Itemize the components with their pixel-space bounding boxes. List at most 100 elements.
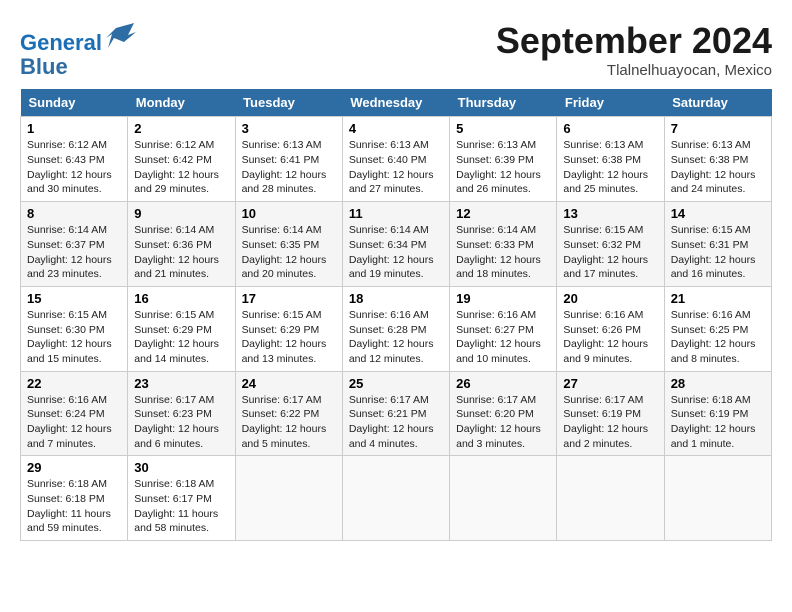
day-number: 27 xyxy=(563,376,657,391)
calendar-cell: 21 Sunrise: 6:16 AM Sunset: 6:25 PM Dayli… xyxy=(664,286,771,371)
day-info: Sunrise: 6:15 AM Sunset: 6:32 PM Dayligh… xyxy=(563,223,657,282)
day-info: Sunrise: 6:13 AM Sunset: 6:41 PM Dayligh… xyxy=(242,138,336,197)
calendar-cell: 24 Sunrise: 6:17 AM Sunset: 6:22 PM Dayli… xyxy=(235,371,342,456)
calendar-cell: 1 Sunrise: 6:12 AM Sunset: 6:43 PM Daylig… xyxy=(21,117,128,202)
day-number: 1 xyxy=(27,121,121,136)
day-info: Sunrise: 6:14 AM Sunset: 6:36 PM Dayligh… xyxy=(134,223,228,282)
calendar-cell: 27 Sunrise: 6:17 AM Sunset: 6:19 PM Dayli… xyxy=(557,371,664,456)
column-header-tuesday: Tuesday xyxy=(235,89,342,117)
day-number: 28 xyxy=(671,376,765,391)
calendar-cell: 14 Sunrise: 6:15 AM Sunset: 6:31 PM Dayli… xyxy=(664,202,771,287)
calendar-cell: 10 Sunrise: 6:14 AM Sunset: 6:35 PM Dayli… xyxy=(235,202,342,287)
day-info: Sunrise: 6:18 AM Sunset: 6:17 PM Dayligh… xyxy=(134,477,228,536)
calendar-cell xyxy=(450,456,557,541)
day-info: Sunrise: 6:13 AM Sunset: 6:38 PM Dayligh… xyxy=(563,138,657,197)
logo: General Blue xyxy=(20,20,136,79)
day-number: 26 xyxy=(456,376,550,391)
day-info: Sunrise: 6:14 AM Sunset: 6:35 PM Dayligh… xyxy=(242,223,336,282)
calendar-week-row: 8 Sunrise: 6:14 AM Sunset: 6:37 PM Daylig… xyxy=(21,202,772,287)
calendar-cell: 15Sunrise: 6:15 AM Sunset: 6:30 PM Dayli… xyxy=(21,286,128,371)
day-number: 22 xyxy=(27,376,121,391)
calendar-cell: 13 Sunrise: 6:15 AM Sunset: 6:32 PM Dayli… xyxy=(557,202,664,287)
calendar-cell xyxy=(664,456,771,541)
day-info: Sunrise: 6:14 AM Sunset: 6:37 PM Dayligh… xyxy=(27,223,121,282)
calendar-cell: 25 Sunrise: 6:17 AM Sunset: 6:21 PM Dayli… xyxy=(342,371,449,456)
calendar-cell: 23Sunrise: 6:17 AM Sunset: 6:23 PM Dayli… xyxy=(128,371,235,456)
location-subtitle: Tlalnelhuayocan, Mexico xyxy=(496,62,772,79)
calendar-cell: 4Sunrise: 6:13 AM Sunset: 6:40 PM Daylig… xyxy=(342,117,449,202)
logo-general: General xyxy=(20,30,102,55)
day-number: 6 xyxy=(563,121,657,136)
calendar-header-row: SundayMondayTuesdayWednesdayThursdayFrid… xyxy=(21,89,772,117)
day-number: 15 xyxy=(27,291,121,306)
day-info: Sunrise: 6:14 AM Sunset: 6:34 PM Dayligh… xyxy=(349,223,443,282)
day-info: Sunrise: 6:17 AM Sunset: 6:21 PM Dayligh… xyxy=(349,393,443,452)
calendar-cell: 5 Sunrise: 6:13 AM Sunset: 6:39 PM Daylig… xyxy=(450,117,557,202)
day-info: Sunrise: 6:15 AM Sunset: 6:29 PM Dayligh… xyxy=(134,308,228,367)
day-number: 12 xyxy=(456,206,550,221)
day-number: 17 xyxy=(242,291,336,306)
column-header-monday: Monday xyxy=(128,89,235,117)
calendar-cell: 18 Sunrise: 6:16 AM Sunset: 6:28 PM Dayli… xyxy=(342,286,449,371)
day-info: Sunrise: 6:16 AM Sunset: 6:24 PM Dayligh… xyxy=(27,393,121,452)
logo-blue: Blue xyxy=(20,54,68,79)
day-number: 14 xyxy=(671,206,765,221)
calendar-body: 1 Sunrise: 6:12 AM Sunset: 6:43 PM Daylig… xyxy=(21,117,772,541)
day-number: 20 xyxy=(563,291,657,306)
day-number: 29 xyxy=(27,460,121,475)
day-number: 18 xyxy=(349,291,443,306)
day-info: Sunrise: 6:15 AM Sunset: 6:31 PM Dayligh… xyxy=(671,223,765,282)
day-info: Sunrise: 6:17 AM Sunset: 6:22 PM Dayligh… xyxy=(242,393,336,452)
day-info: Sunrise: 6:17 AM Sunset: 6:19 PM Dayligh… xyxy=(563,393,657,452)
day-info: Sunrise: 6:12 AM Sunset: 6:42 PM Dayligh… xyxy=(134,138,228,197)
day-number: 11 xyxy=(349,206,443,221)
calendar-cell xyxy=(342,456,449,541)
calendar-week-row: 1 Sunrise: 6:12 AM Sunset: 6:43 PM Daylig… xyxy=(21,117,772,202)
day-number: 19 xyxy=(456,291,550,306)
day-number: 5 xyxy=(456,121,550,136)
calendar-cell xyxy=(235,456,342,541)
day-info: Sunrise: 6:15 AM Sunset: 6:29 PM Dayligh… xyxy=(242,308,336,367)
day-number: 21 xyxy=(671,291,765,306)
day-info: Sunrise: 6:16 AM Sunset: 6:26 PM Dayligh… xyxy=(563,308,657,367)
logo-bird-icon xyxy=(106,20,136,50)
day-info: Sunrise: 6:13 AM Sunset: 6:40 PM Dayligh… xyxy=(349,138,443,197)
day-number: 3 xyxy=(242,121,336,136)
calendar-cell: 30Sunrise: 6:18 AM Sunset: 6:17 PM Dayli… xyxy=(128,456,235,541)
calendar-cell: 11 Sunrise: 6:14 AM Sunset: 6:34 PM Dayli… xyxy=(342,202,449,287)
column-header-friday: Friday xyxy=(557,89,664,117)
title-block: September 2024 Tlalnelhuayocan, Mexico xyxy=(496,20,772,79)
day-number: 8 xyxy=(27,206,121,221)
day-info: Sunrise: 6:14 AM Sunset: 6:33 PM Dayligh… xyxy=(456,223,550,282)
day-number: 24 xyxy=(242,376,336,391)
calendar-table: SundayMondayTuesdayWednesdayThursdayFrid… xyxy=(20,89,772,541)
calendar-cell xyxy=(557,456,664,541)
calendar-cell: 3 Sunrise: 6:13 AM Sunset: 6:41 PM Daylig… xyxy=(235,117,342,202)
day-number: 10 xyxy=(242,206,336,221)
column-header-sunday: Sunday xyxy=(21,89,128,117)
calendar-cell: 22 Sunrise: 6:16 AM Sunset: 6:24 PM Dayli… xyxy=(21,371,128,456)
day-info: Sunrise: 6:16 AM Sunset: 6:25 PM Dayligh… xyxy=(671,308,765,367)
calendar-cell: 26 Sunrise: 6:17 AM Sunset: 6:20 PM Dayli… xyxy=(450,371,557,456)
calendar-week-row: 15Sunrise: 6:15 AM Sunset: 6:30 PM Dayli… xyxy=(21,286,772,371)
day-info: Sunrise: 6:17 AM Sunset: 6:20 PM Dayligh… xyxy=(456,393,550,452)
day-info: Sunrise: 6:16 AM Sunset: 6:27 PM Dayligh… xyxy=(456,308,550,367)
calendar-cell: 20 Sunrise: 6:16 AM Sunset: 6:26 PM Dayli… xyxy=(557,286,664,371)
month-year-title: September 2024 xyxy=(496,20,772,62)
day-info: Sunrise: 6:12 AM Sunset: 6:43 PM Dayligh… xyxy=(27,138,121,197)
day-info: Sunrise: 6:16 AM Sunset: 6:28 PM Dayligh… xyxy=(349,308,443,367)
day-number: 25 xyxy=(349,376,443,391)
calendar-cell: 16Sunrise: 6:15 AM Sunset: 6:29 PM Dayli… xyxy=(128,286,235,371)
day-number: 13 xyxy=(563,206,657,221)
day-info: Sunrise: 6:13 AM Sunset: 6:39 PM Dayligh… xyxy=(456,138,550,197)
day-info: Sunrise: 6:13 AM Sunset: 6:38 PM Dayligh… xyxy=(671,138,765,197)
day-info: Sunrise: 6:18 AM Sunset: 6:19 PM Dayligh… xyxy=(671,393,765,452)
day-number: 9 xyxy=(134,206,228,221)
calendar-cell: 19 Sunrise: 6:16 AM Sunset: 6:27 PM Dayli… xyxy=(450,286,557,371)
column-header-wednesday: Wednesday xyxy=(342,89,449,117)
day-number: 7 xyxy=(671,121,765,136)
calendar-week-row: 29Sunrise: 6:18 AM Sunset: 6:18 PM Dayli… xyxy=(21,456,772,541)
calendar-cell: 29Sunrise: 6:18 AM Sunset: 6:18 PM Dayli… xyxy=(21,456,128,541)
calendar-cell: 8 Sunrise: 6:14 AM Sunset: 6:37 PM Daylig… xyxy=(21,202,128,287)
day-info: Sunrise: 6:17 AM Sunset: 6:23 PM Dayligh… xyxy=(134,393,228,452)
